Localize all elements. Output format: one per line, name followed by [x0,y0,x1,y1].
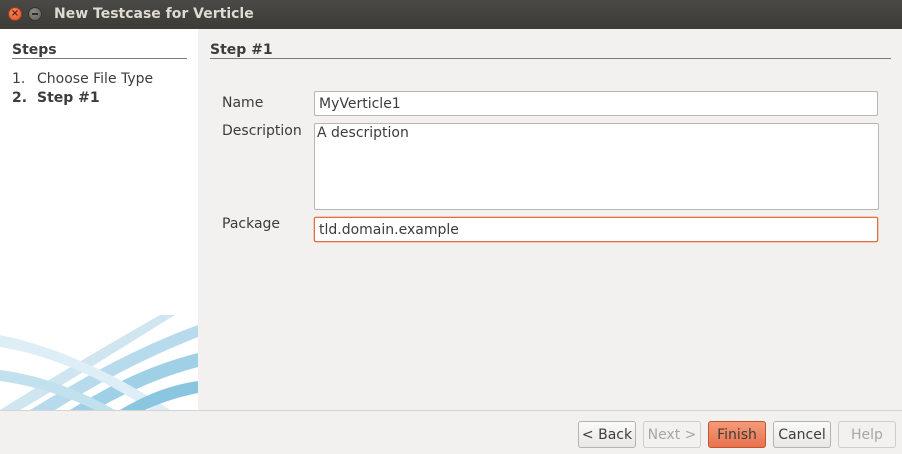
back-button[interactable]: < Back [578,421,636,448]
title-bar: × New Testcase for Verticle [0,0,902,29]
description-field[interactable]: A description [314,123,879,210]
step-header-divider [210,58,891,59]
step-label: Step #1 [37,90,100,106]
cancel-button[interactable]: Cancel [773,421,831,448]
window-title: New Testcase for Verticle [54,6,254,22]
next-button[interactable]: Next > [643,421,701,448]
close-icon: × [10,8,20,19]
step-header: Step #1 [210,42,273,58]
steps-sidebar: Steps 1. Choose File Type 2. Step #1 [0,29,198,410]
button-bar-divider [0,410,902,411]
description-label: Description [222,123,302,139]
name-field[interactable] [314,91,878,116]
step-label: Choose File Type [37,71,154,87]
step-number: 1. [12,71,26,87]
help-button[interactable]: Help [838,421,896,448]
close-window-button[interactable]: × [8,7,22,21]
step-item-choose-file-type: 1. Choose File Type [12,71,153,87]
finish-button[interactable]: Finish [708,421,766,448]
steps-title: Steps [12,42,57,58]
step-number: 2. [12,90,28,106]
package-label: Package [222,216,281,232]
wizard-decoration-graphic [0,315,198,410]
name-label: Name [222,95,264,111]
minimize-icon [32,13,38,15]
package-field[interactable] [314,217,878,242]
steps-divider [12,58,187,59]
step-item-current: 2. Step #1 [12,90,100,106]
minimize-window-button[interactable] [28,7,42,21]
